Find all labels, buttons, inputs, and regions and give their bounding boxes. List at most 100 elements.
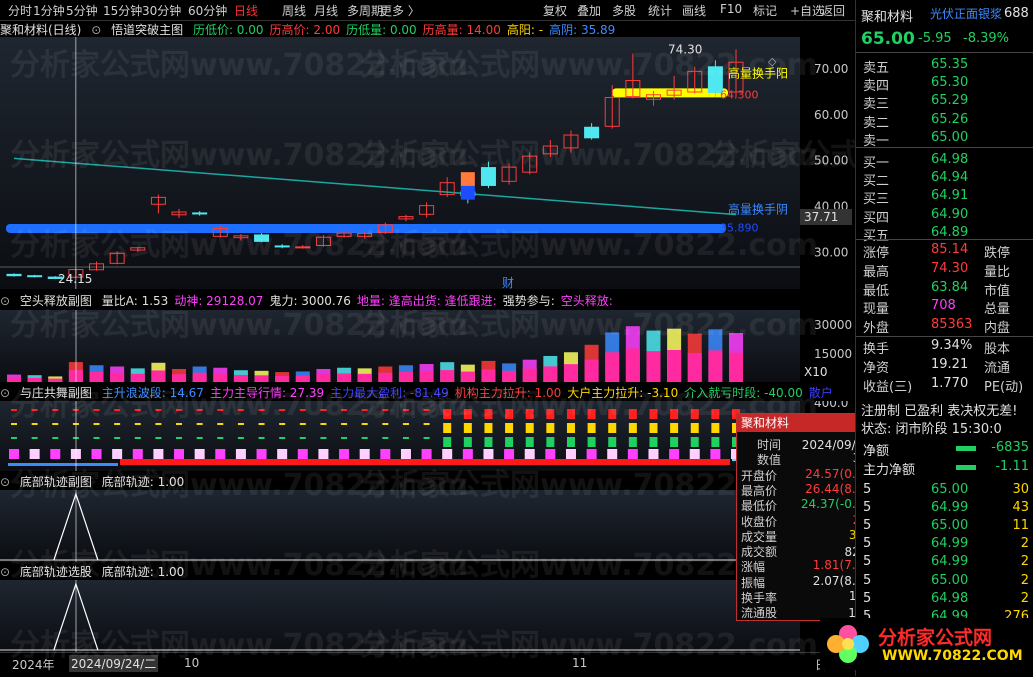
period-3[interactable]: 15分钟 [103, 2, 142, 19]
main-indicator-name[interactable]: 悟道突破主图 [111, 23, 183, 37]
toolbar-action-6[interactable]: 标记 [753, 2, 777, 19]
period-6[interactable]: 日线 [234, 2, 258, 19]
collapse-icon[interactable]: ⊙ [0, 475, 10, 489]
toolbar-action-5[interactable]: F10 [720, 2, 742, 16]
collapse-icon[interactable]: ⊙ [0, 294, 10, 308]
signal-block [297, 449, 308, 459]
stat-value: 708 [931, 298, 956, 314]
sub1-chart-area[interactable]: 30000 15000 X10 [0, 310, 852, 382]
toolbar-action-1[interactable]: 叠加 [577, 2, 601, 19]
signal-block [174, 449, 185, 459]
x-axis-month-10: 10 [184, 656, 200, 670]
stat-key2: 总量 [984, 302, 1011, 318]
toolbar-action-7[interactable]: +自选 [790, 2, 824, 19]
book-label: 卖二 [863, 115, 890, 131]
stat-key2: 跌停 [984, 246, 1011, 261]
period-2[interactable]: 5分钟 [66, 2, 98, 19]
divider [856, 147, 1033, 148]
bottom-track-select-chart [0, 580, 852, 652]
signal-mark [361, 423, 368, 425]
period-1[interactable]: 1分钟 [33, 2, 65, 19]
period-8[interactable]: 月线 [314, 2, 338, 19]
tick-time: 5 [863, 518, 872, 534]
book-price: 65.26 [931, 111, 969, 127]
book-price: 64.94 [931, 170, 969, 186]
signal-mark [505, 437, 514, 447]
sub1-title-row: ⊙ 空头释放副图 量比A: 1.53 动神: 29128.07 鬼力: 3000.7… [0, 292, 852, 308]
signal-mark [258, 409, 265, 411]
signal-mark [463, 409, 472, 419]
period-4[interactable]: 30分钟 [142, 2, 181, 19]
sub3-title[interactable]: 底部轨迹副图 [20, 475, 92, 489]
period-10[interactable]: 更多 〉 [380, 2, 420, 19]
ask-row[interactable]: 卖一 65.00 [861, 130, 1031, 149]
ask-row[interactable]: 卖四 65.30 [861, 75, 1031, 94]
period-5[interactable]: 60分钟 [188, 2, 227, 19]
signal-mark [587, 409, 596, 419]
sub1-title[interactable]: 空头释放副图 [20, 294, 92, 308]
bid-row[interactable]: 买一 64.98 [861, 152, 1031, 171]
y-tick-label: 30.00 [814, 245, 848, 259]
book-label: 买一 [863, 156, 890, 171]
tick-row: 5 64.99 43 [861, 500, 1031, 518]
signal-block [483, 449, 494, 459]
bid-row[interactable]: 买三 64.91 [861, 188, 1031, 207]
book-label: 买二 [863, 174, 890, 190]
sub4-chart-area[interactable] [0, 580, 852, 652]
signal-mark [443, 409, 452, 419]
period-7[interactable]: 周线 [282, 2, 306, 19]
stock-concept[interactable]: 光伏正面银浆 [930, 5, 1002, 22]
signal-block [153, 449, 164, 459]
tick-price: 64.99 [931, 500, 969, 516]
sub3-chart-area[interactable] [0, 490, 852, 562]
signal-block [669, 449, 680, 459]
signal-mark [279, 437, 286, 439]
bid-row[interactable]: 买五 64.89 [861, 225, 1031, 244]
collapse-icon[interactable]: ⊙ [91, 23, 101, 37]
low-mark-label: 24.15 [58, 272, 92, 286]
toolbar-action-3[interactable]: 统计 [648, 2, 672, 19]
sub4-title[interactable]: 底部轨迹选股 [20, 565, 92, 579]
toolbar-action-4[interactable]: 画线 [682, 2, 706, 19]
volume-bar-inner [584, 359, 599, 382]
bid-row[interactable]: 买二 64.94 [861, 170, 1031, 190]
stat-key: 最低 [863, 283, 890, 299]
stat-key: 收益(三) [863, 380, 913, 395]
period-9[interactable]: 多周期 [347, 2, 383, 19]
collapse-icon[interactable]: ⊙ [0, 565, 10, 579]
tick-time: 5 [863, 590, 872, 606]
sub2-title[interactable]: 与庄共舞副图 [20, 386, 92, 400]
signal-block [607, 449, 618, 459]
signal-mark [31, 423, 38, 425]
volume-bar-inner [337, 373, 352, 382]
period-0[interactable]: 分时 [8, 2, 32, 19]
ask-row[interactable]: 卖五 65.35 [861, 57, 1031, 76]
y-tick-label: 60.00 [814, 108, 848, 122]
volume-chart: 30000 15000 X10 [7, 310, 852, 382]
toolbar-action-8[interactable]: 返回 [821, 2, 845, 19]
book-price: 64.90 [931, 206, 969, 222]
tick-time: 5 [863, 572, 872, 588]
signal-block [235, 449, 246, 459]
toolbar-action-0[interactable]: 复权 [543, 2, 567, 19]
signal-mark [525, 437, 534, 447]
signal-mark [423, 437, 430, 439]
toolbar-action-2[interactable]: 多股 [612, 2, 636, 19]
signal-mark [463, 423, 472, 433]
collapse-icon[interactable]: ⊙ [0, 386, 10, 400]
net-flow-value: -1.11 [995, 459, 1029, 474]
stat-value: 74.30 [931, 260, 969, 276]
bid-row[interactable]: 买四 64.90 [861, 206, 1031, 226]
signal-mark [690, 423, 699, 433]
signal-block [627, 449, 638, 459]
candle-body [584, 126, 600, 139]
main-chart-area[interactable]: 70.00 60.00 50.00 40.00 30.00 37.71 74.30 24.15… [0, 37, 852, 289]
signal-block [400, 449, 411, 459]
tick-row: 5 65.00 30 [861, 482, 1031, 500]
signal-mark [176, 423, 183, 425]
signal-mark [382, 423, 389, 425]
sub2-chart-area[interactable]: 400.0 [0, 401, 852, 471]
ask-row[interactable]: 卖二 65.26 [861, 111, 1031, 131]
ask-row[interactable]: 卖三 65.29 [861, 93, 1031, 112]
stat-row: 换手 9.34% 股本 [861, 338, 1031, 357]
